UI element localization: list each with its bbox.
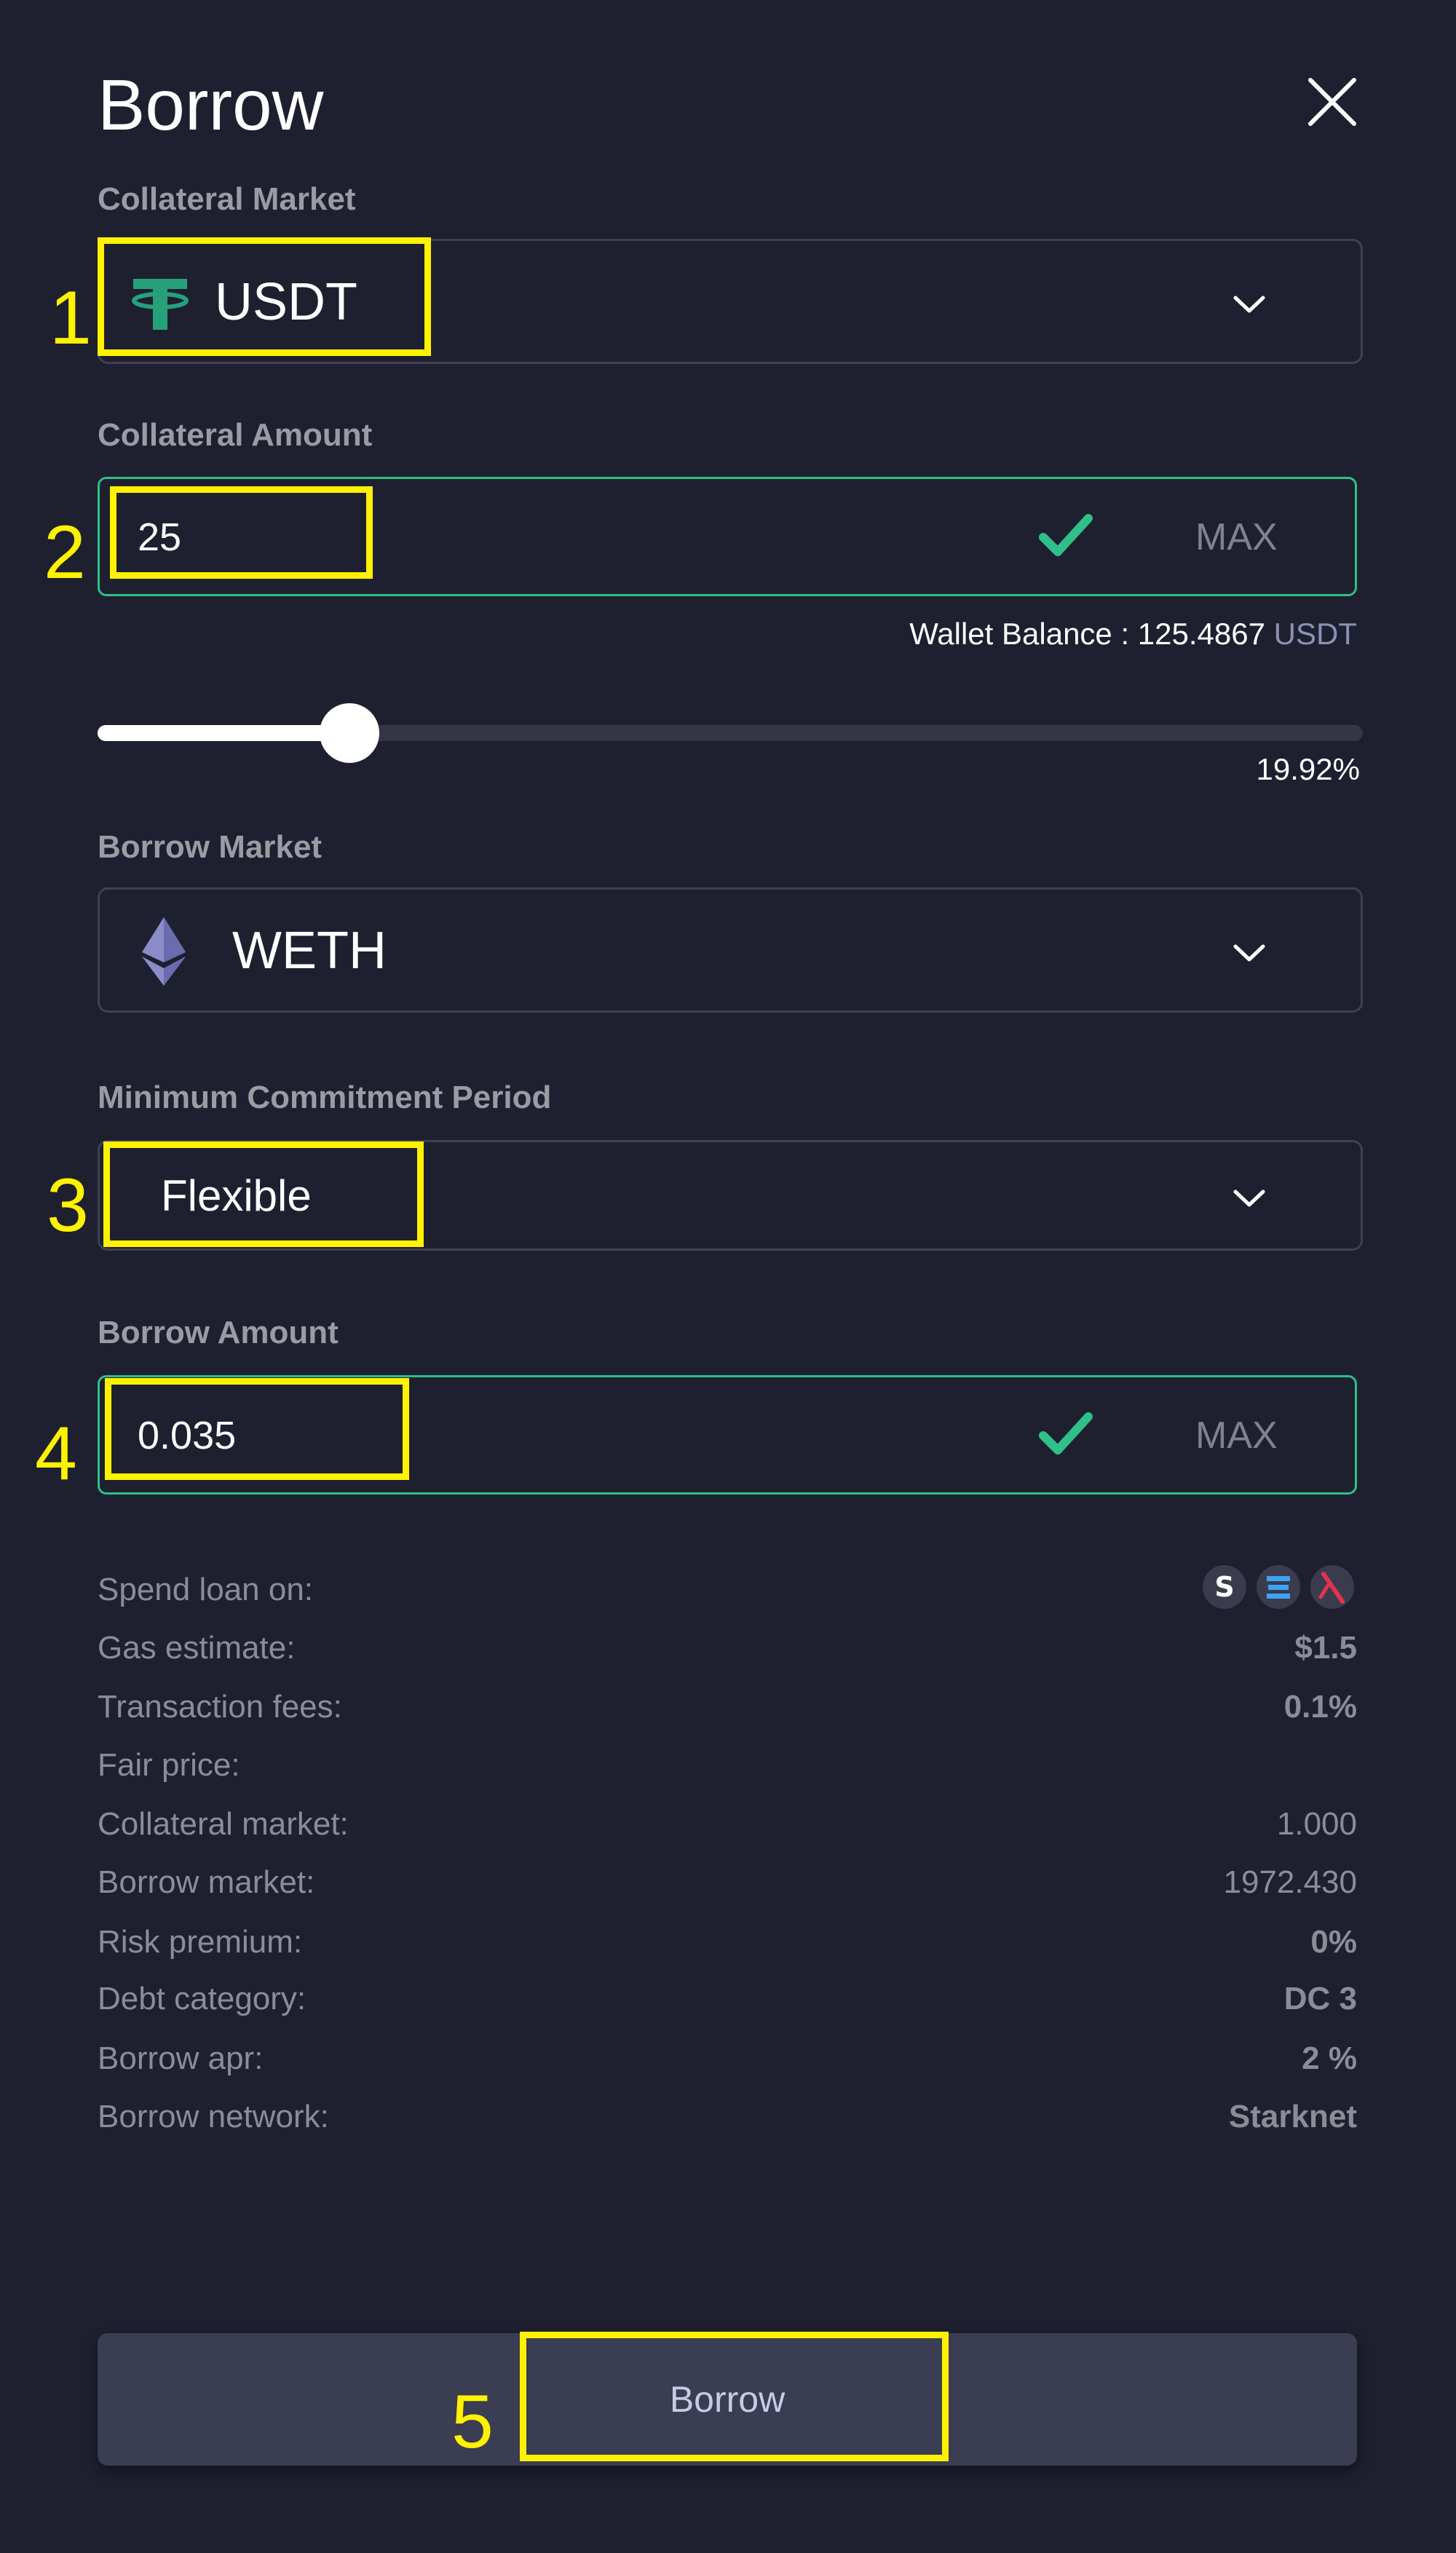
borrow-network-value: Starknet bbox=[1228, 2099, 1357, 2134]
borrow-apr-value: 2 % bbox=[1302, 2041, 1357, 2076]
highlight-box-5 bbox=[520, 2332, 949, 2461]
borrow-market-value: WETH bbox=[232, 922, 387, 980]
wallet-balance-label: Wallet Balance : bbox=[909, 617, 1130, 651]
close-icon[interactable] bbox=[1303, 73, 1361, 131]
max-button[interactable]: MAX bbox=[1195, 515, 1278, 559]
ethereum-icon bbox=[142, 917, 186, 986]
highlight-box-1 bbox=[98, 237, 431, 356]
slider-thumb[interactable] bbox=[320, 703, 380, 763]
step-number-1: 1 bbox=[50, 276, 92, 360]
chevron-down-icon bbox=[1233, 944, 1265, 962]
step-number-3: 3 bbox=[47, 1163, 89, 1248]
transaction-fees-value: 0.1% bbox=[1283, 1689, 1357, 1725]
spend-loan-label: Spend loan on: bbox=[98, 1572, 314, 1607]
step-number-5: 5 bbox=[451, 2380, 494, 2464]
checkmark-icon bbox=[1039, 514, 1093, 556]
slider-fill bbox=[98, 725, 350, 741]
max-button[interactable]: MAX bbox=[1195, 1414, 1278, 1457]
jediswap-icon[interactable] bbox=[1309, 1564, 1356, 1610]
borrow-amount-label: Borrow Amount bbox=[98, 1315, 339, 1350]
highlight-box-2 bbox=[110, 486, 373, 579]
modal-title: Borrow bbox=[98, 65, 324, 145]
debt-category-label: Debt category: bbox=[98, 1981, 306, 2016]
s-protocol-icon[interactable]: S bbox=[1201, 1564, 1248, 1610]
spend-loan-icons: S bbox=[1201, 1564, 1360, 1612]
fair-price-label: Fair price: bbox=[98, 1747, 240, 1783]
borrow-market-price-value: 1972.430 bbox=[1223, 1864, 1357, 1900]
highlight-box-3 bbox=[103, 1141, 424, 1247]
debt-category-value: DC 3 bbox=[1283, 1981, 1357, 2016]
borrow-apr-label: Borrow apr: bbox=[98, 2041, 264, 2076]
borrow-modal: Borrow Collateral Market USDT 1 Collater… bbox=[0, 0, 1456, 2553]
gas-estimate-value: $1.5 bbox=[1294, 1630, 1357, 1666]
svg-text:S: S bbox=[1214, 1571, 1234, 1603]
zklend-icon[interactable] bbox=[1255, 1564, 1302, 1610]
risk-premium-value: 0% bbox=[1310, 1924, 1357, 1960]
highlight-box-4 bbox=[105, 1378, 409, 1480]
wallet-balance-unit: USDT bbox=[1273, 617, 1357, 651]
chevron-down-icon bbox=[1233, 296, 1265, 313]
risk-premium-label: Risk premium: bbox=[98, 1924, 303, 1960]
collateral-market-price-value: 1.000 bbox=[1276, 1806, 1357, 1842]
collateral-market-price-label: Collateral market: bbox=[98, 1806, 349, 1842]
transaction-fees-label: Transaction fees: bbox=[98, 1689, 342, 1725]
borrow-market-select[interactable]: WETH bbox=[98, 887, 1363, 1013]
collateral-amount-label: Collateral Amount bbox=[98, 417, 373, 453]
slider-percent: 19.92% bbox=[1256, 752, 1360, 786]
step-number-2: 2 bbox=[44, 510, 86, 595]
commitment-period-label: Minimum Commitment Period bbox=[98, 1080, 552, 1115]
borrow-network-label: Borrow network: bbox=[98, 2099, 329, 2134]
borrow-market-label: Borrow Market bbox=[98, 829, 323, 865]
collateral-market-label: Collateral Market bbox=[98, 181, 356, 217]
wallet-balance-value: 125.4867 bbox=[1137, 617, 1265, 651]
checkmark-icon bbox=[1039, 1412, 1093, 1454]
chevron-down-icon bbox=[1233, 1190, 1265, 1207]
gas-estimate-label: Gas estimate: bbox=[98, 1630, 296, 1666]
step-number-4: 4 bbox=[35, 1412, 77, 1496]
borrow-market-price-label: Borrow market: bbox=[98, 1864, 315, 1900]
wallet-balance: Wallet Balance : 125.4867 USDT bbox=[728, 616, 1357, 652]
